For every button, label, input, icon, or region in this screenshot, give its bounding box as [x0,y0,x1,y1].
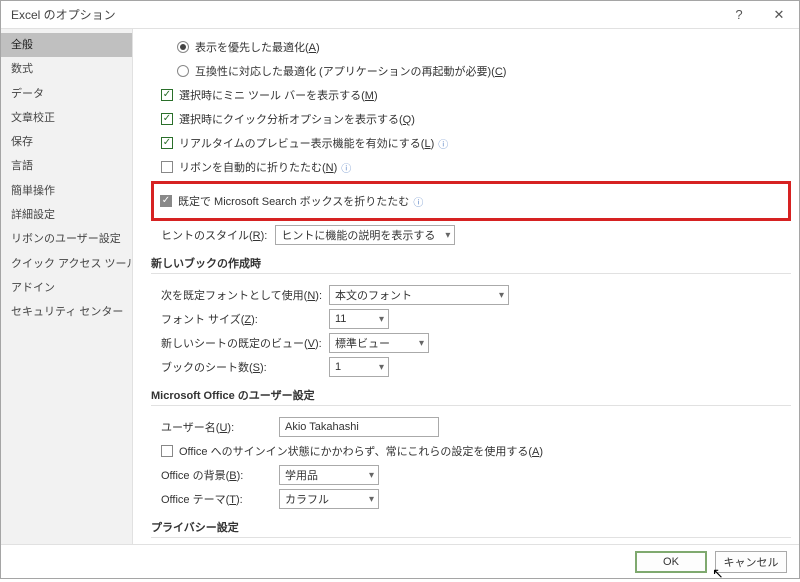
info-icon: ⓘ [438,136,448,151]
radio-icon [177,65,189,77]
select-hint-style[interactable]: ヒントに機能の説明を表示する [275,225,455,245]
section-newbook: 新しいブックの作成時 [151,255,791,277]
spinner-sheet-count[interactable]: 1 [329,357,389,377]
select-default-view[interactable]: 標準ビュー [329,333,429,353]
row-hint-style: ヒントのスタイル(R): ヒントに機能の説明を表示する [151,225,791,245]
select-default-font[interactable]: 本文のフォント [329,285,509,305]
radio-display-priority[interactable]: 表示を優先した最適化(A) [151,37,791,57]
row-default-font: 次を既定フォントとして使用(N): 本文のフォント [151,285,791,305]
checkbox-icon [160,195,172,207]
checkbox-icon [161,445,173,457]
sidebar-item-ribbon[interactable]: リボンのユーザー設定 [1,227,132,251]
window-title: Excel のオプション [11,6,719,23]
select-font-size[interactable]: 11 [329,309,389,329]
sidebar-item-language[interactable]: 言語 [1,154,132,178]
sidebar-item-trust[interactable]: セキュリティ センター [1,300,132,324]
row-font-size: フォント サイズ(Z): 11 [151,309,791,329]
check-mini-toolbar[interactable]: 選択時にミニ ツール バーを表示する(M) [151,85,791,105]
row-office-background: Office の背景(B): 学用品 [151,465,791,485]
row-default-view: 新しいシートの既定のビュー(V): 標準ビュー [151,333,791,353]
radio-compat-priority[interactable]: 互換性に対応した最適化 (アプリケーションの再起動が必要)(C) [151,61,791,81]
titlebar: Excel のオプション ? ✕ [1,1,799,29]
help-button[interactable]: ? [719,1,759,29]
cancel-button[interactable]: キャンセル [715,551,787,573]
section-office-user: Microsoft Office のユーザー設定 [151,387,791,409]
checkbox-icon [161,113,173,125]
options-window: Excel のオプション ? ✕ 全般 数式 データ 文章校正 保存 言語 簡単… [0,0,800,579]
check-always-use-settings[interactable]: Office へのサインイン状態にかかわらず、常にこれらの設定を使用する(A) [151,441,791,461]
window-body: 全般 数式 データ 文章校正 保存 言語 簡単操作 詳細設定 リボンのユーザー設… [1,29,799,544]
checkbox-icon [161,89,173,101]
section-privacy: プライバシー設定 [151,519,791,541]
sidebar-item-save[interactable]: 保存 [1,130,132,154]
highlight-search-collapse: 既定で Microsoft Search ボックスを折りたたむ ⓘ [151,181,791,221]
sidebar-item-proofing[interactable]: 文章校正 [1,106,132,130]
close-button[interactable]: ✕ [759,1,799,29]
sidebar: 全般 数式 データ 文章校正 保存 言語 簡単操作 詳細設定 リボンのユーザー設… [1,29,133,544]
info-icon: ⓘ [413,194,423,209]
row-office-theme: Office テーマ(T): カラフル [151,489,791,509]
row-sheet-count: ブックのシート数(S): 1 [151,357,791,377]
footer: OK キャンセル [1,544,799,578]
ok-button[interactable]: OK [635,551,707,573]
check-collapse-search[interactable]: 既定で Microsoft Search ボックスを折りたたむ ⓘ [160,191,782,211]
info-icon: ⓘ [341,160,351,175]
input-username[interactable]: Akio Takahashi [279,417,439,437]
radio-icon [177,41,189,53]
sidebar-item-advanced[interactable]: 詳細設定 [1,203,132,227]
sidebar-item-addins[interactable]: アドイン [1,276,132,300]
sidebar-item-formulas[interactable]: 数式 [1,57,132,81]
sidebar-item-data[interactable]: データ [1,82,132,106]
checkbox-icon [161,137,173,149]
select-office-theme[interactable]: カラフル [279,489,379,509]
sidebar-item-general[interactable]: 全般 [1,33,132,57]
check-auto-collapse-ribbon[interactable]: リボンを自動的に折りたたむ(N) ⓘ [151,157,791,177]
check-quick-analysis[interactable]: 選択時にクイック分析オプションを表示する(Q) [151,109,791,129]
sidebar-item-qat[interactable]: クイック アクセス ツール バー [1,252,132,276]
row-username: ユーザー名(U): Akio Takahashi [151,417,791,437]
sidebar-item-ease[interactable]: 簡単操作 [1,179,132,203]
main-panel[interactable]: 表示を優先した最適化(A) 互換性に対応した最適化 (アプリケーションの再起動が… [133,29,799,544]
select-office-background[interactable]: 学用品 [279,465,379,485]
checkbox-icon [161,161,173,173]
check-realtime-preview[interactable]: リアルタイムのプレビュー表示機能を有効にする(L) ⓘ [151,133,791,153]
